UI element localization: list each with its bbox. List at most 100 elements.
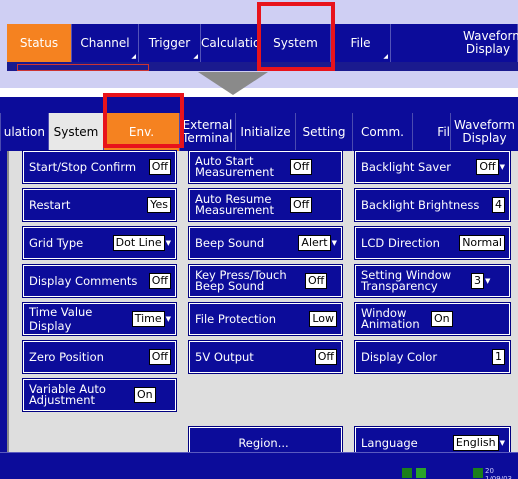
setting-value: Off <box>148 159 171 175</box>
5v-output-button[interactable]: 5V Output Off <box>189 341 342 373</box>
setting-value: Low <box>309 311 337 327</box>
setting-value: Off <box>290 159 313 175</box>
setting-label: Language <box>361 436 418 450</box>
auto-start-measurement-button[interactable]: Auto Start Measurement Off <box>189 151 342 183</box>
setting-value: 4 <box>492 197 505 213</box>
top-tab-calculation[interactable]: Calculation <box>201 24 261 62</box>
setting-value: 3 <box>471 273 484 289</box>
top-tab-waveform-display[interactable]: Waveform Display <box>391 24 518 62</box>
lcd-direction-button[interactable]: LCD Direction Normal <box>355 227 510 259</box>
env-settings-panel: Start/Stop Confirm Off Restart Yes Grid … <box>7 151 518 459</box>
setting-value: Off <box>305 273 328 289</box>
tab-label: ulation <box>3 124 45 139</box>
top-tab-file[interactable]: File ◢ <box>331 24 391 62</box>
setting-label: Restart <box>29 198 71 212</box>
display-comments-button[interactable]: Display Comments Off <box>23 265 176 297</box>
setting-label: Grid Type <box>29 236 84 250</box>
restart-button[interactable]: Restart Yes <box>23 189 176 221</box>
dropdown-arrow-icon: ▼ <box>499 162 505 171</box>
grid-type-dropdown[interactable]: Grid Type Dot Line ▼ <box>23 227 176 259</box>
system-tab-highlight <box>257 2 335 71</box>
display-color-button[interactable]: Display Color 1 <box>355 341 510 373</box>
time-value-display-dropdown[interactable]: Time Value Display Time ▼ <box>23 303 176 335</box>
setting-value: On <box>134 387 156 403</box>
tab-label: Waveform Display <box>454 118 515 145</box>
tab-setting[interactable]: Setting <box>295 113 352 151</box>
setting-value: English <box>452 435 499 451</box>
down-arrow-icon <box>198 72 268 95</box>
setting-window-transparency-dropdown[interactable]: Setting Window Transparency 3 ▼ <box>355 265 510 297</box>
setting-label: Auto Resume Measurement <box>195 192 274 217</box>
setting-label: Auto Start Measurement <box>195 154 274 179</box>
submenu-triangle-icon: ◢ <box>383 53 388 60</box>
setting-label: Backlight Saver <box>361 160 452 174</box>
variable-auto-adjustment-button[interactable]: Variable Auto Adjustment On <box>23 379 176 411</box>
setting-value: Dot Line <box>112 235 165 251</box>
setting-label: LCD Direction <box>361 236 440 250</box>
top-tab-status[interactable]: Status <box>7 24 72 62</box>
tab-system[interactable]: System <box>48 113 103 151</box>
window-tab-bar: ulation System Env. External Terminal In… <box>0 113 518 151</box>
dropdown-arrow-icon: ▼ <box>331 238 337 247</box>
setting-label: Setting Window Transparency <box>361 268 452 293</box>
setting-value: Yes <box>147 197 171 213</box>
setting-label: Window Animation <box>361 306 420 331</box>
file-protection-button[interactable]: File Protection Low <box>189 303 342 335</box>
setting-value: Off <box>148 273 171 289</box>
setting-label: Display Color <box>361 350 438 364</box>
top-tab-label: Channel <box>80 35 130 50</box>
setting-label: Beep Sound <box>195 236 265 250</box>
tab-calculation[interactable]: ulation <box>0 113 48 151</box>
tab-label: External Terminal <box>182 118 233 145</box>
tab-initialize[interactable]: Initialize <box>235 113 295 151</box>
setting-value: On <box>431 311 453 327</box>
setting-value: Off <box>148 349 171 365</box>
tab-label: Setting <box>302 124 346 139</box>
top-tab-trigger[interactable]: Trigger ◢ <box>139 24 201 62</box>
tab-external-terminal[interactable]: External Terminal <box>179 113 235 151</box>
top-tab-label: Trigger <box>148 35 191 50</box>
setting-label: Time Value Display <box>29 305 93 333</box>
top-tab-channel[interactable]: Channel ◢ <box>72 24 139 62</box>
key-press-touch-beep-button[interactable]: Key Press/Touch Beep Sound Off <box>189 265 342 297</box>
tab-label: System <box>53 124 99 139</box>
tab-label: Comm. <box>361 124 404 139</box>
setting-value: Time <box>131 311 165 327</box>
top-tab-label: Calculation <box>201 35 261 50</box>
setting-value: Alert <box>298 235 331 251</box>
setting-label: Start/Stop Confirm <box>29 160 137 174</box>
window-animation-button[interactable]: Window Animation On <box>355 303 510 335</box>
dropdown-arrow-icon: ▼ <box>499 438 505 447</box>
auto-resume-measurement-button[interactable]: Auto Resume Measurement Off <box>189 189 342 221</box>
status-bar: 20 1/09/03 <box>0 452 518 479</box>
tab-label: Fil <box>437 124 450 139</box>
env-tab-highlight <box>103 93 184 148</box>
settings-window: ulation System Env. External Terminal In… <box>0 97 518 479</box>
setting-value: 1 <box>492 349 505 365</box>
top-tab-label: Status <box>19 35 59 50</box>
setting-value: Off <box>476 159 499 175</box>
backlight-saver-dropdown[interactable]: Backlight Saver Off ▼ <box>355 151 510 183</box>
setting-label: Region... <box>238 436 289 450</box>
tab-comm[interactable]: Comm. <box>352 113 412 151</box>
submenu-triangle-icon: ◢ <box>131 53 136 60</box>
status-indicator-icon <box>402 468 412 478</box>
dropdown-arrow-icon: ▼ <box>485 276 491 285</box>
status-date: 20 1/09/03 <box>485 467 512 479</box>
beep-sound-dropdown[interactable]: Beep Sound Alert ▼ <box>189 227 342 259</box>
setting-label: File Protection <box>195 312 277 326</box>
dropdown-arrow-icon: ▼ <box>165 314 171 323</box>
top-tab-label: Waveform Display <box>463 29 518 56</box>
backlight-brightness-button[interactable]: Backlight Brightness 4 <box>355 189 510 221</box>
setting-label: Key Press/Touch Beep Sound <box>195 268 287 293</box>
setting-label: 5V Output <box>195 350 254 364</box>
setting-label: Display Comments <box>29 274 138 288</box>
top-tab-label: File <box>350 35 371 50</box>
start-stop-confirm-button[interactable]: Start/Stop Confirm Off <box>23 151 176 183</box>
tab-file[interactable]: Fil <box>412 113 450 151</box>
setting-value: Off <box>290 197 313 213</box>
setting-label: Backlight Brightness <box>361 198 480 212</box>
tab-waveform-display[interactable]: Waveform Display <box>450 113 518 151</box>
zero-position-button[interactable]: Zero Position Off <box>23 341 176 373</box>
setting-label: Zero Position <box>29 350 104 364</box>
